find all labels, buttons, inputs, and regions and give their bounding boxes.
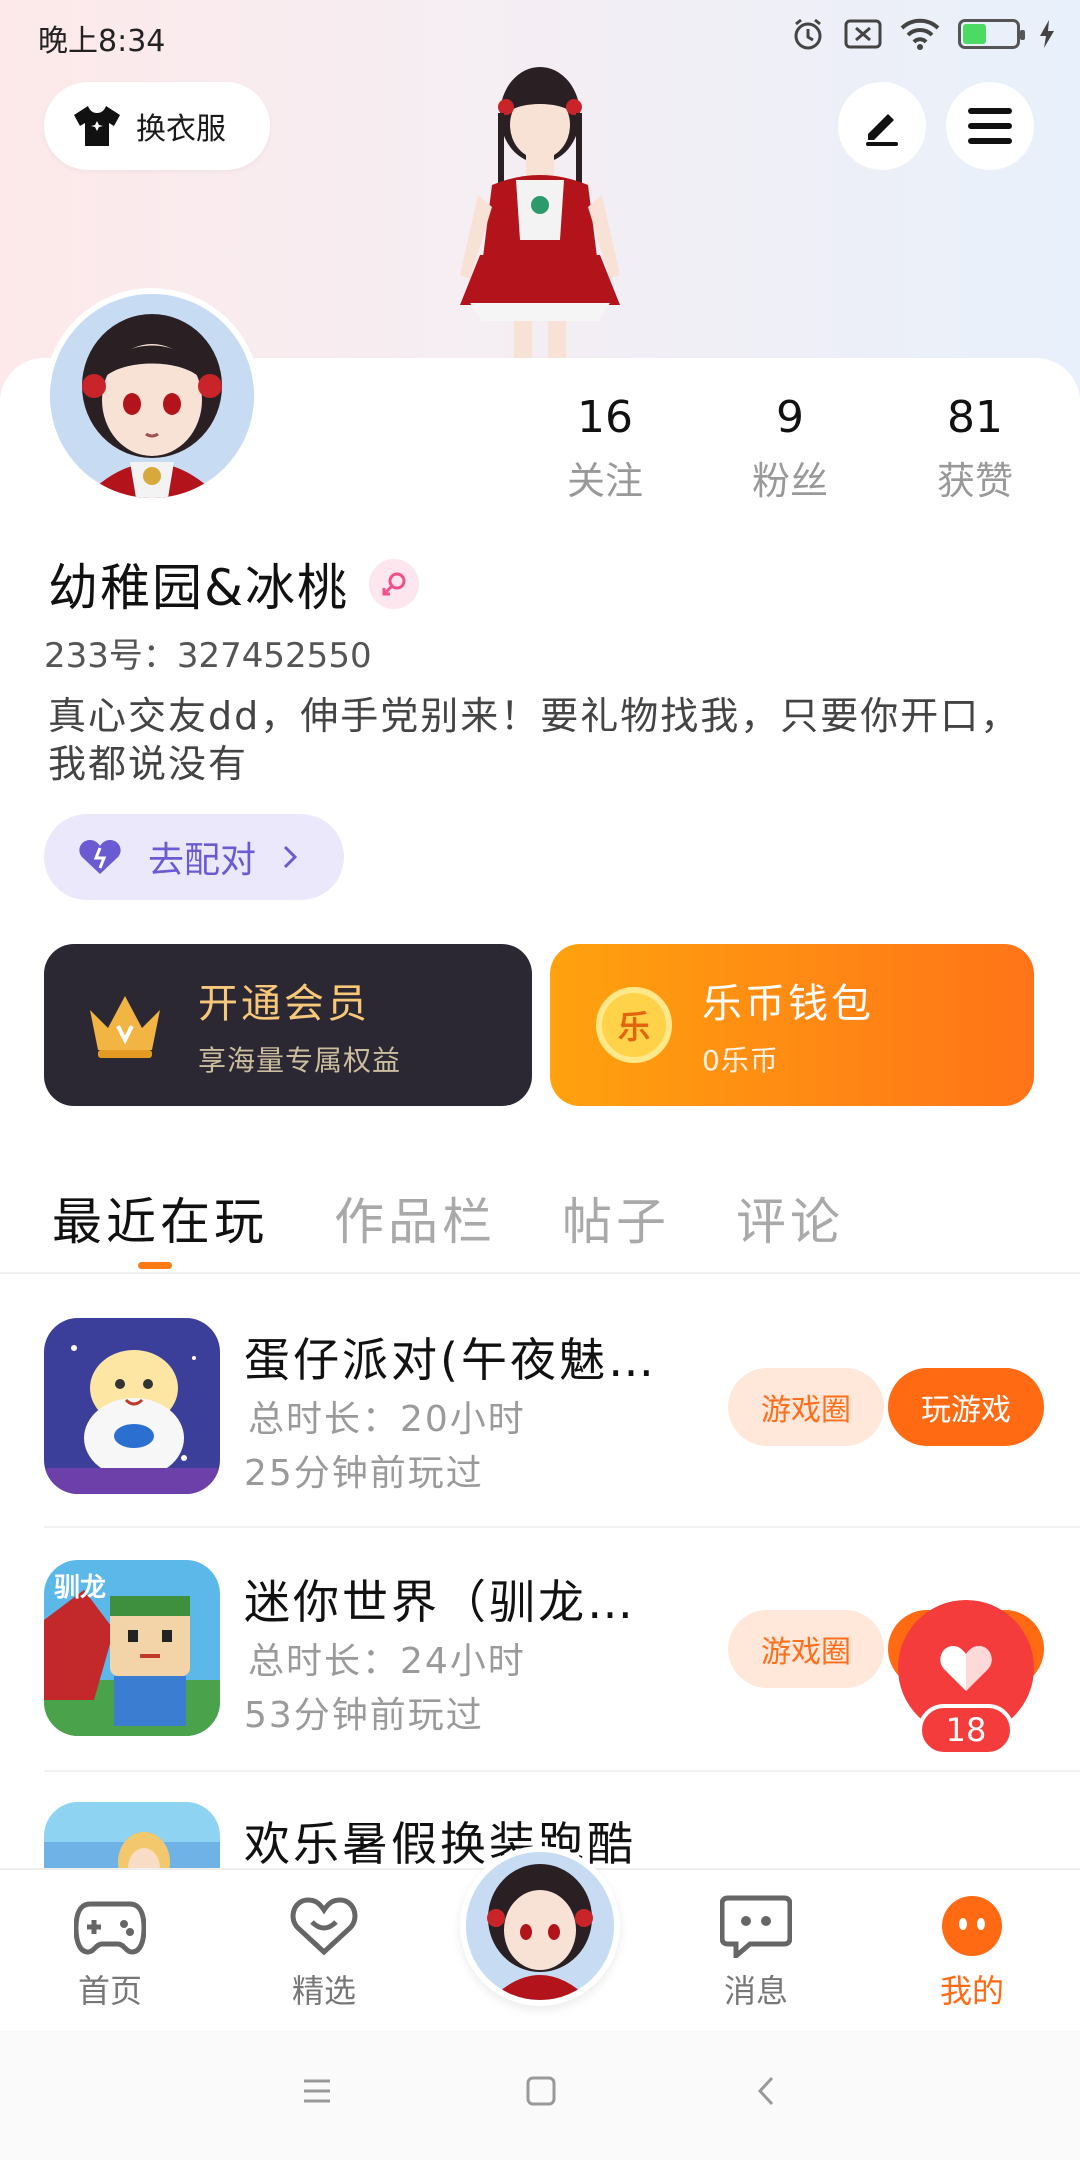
nav-center-avatar[interactable]	[460, 1846, 620, 2006]
game-circle-button[interactable]: 游戏圈	[728, 1610, 884, 1688]
coin-char: 乐	[617, 1008, 650, 1046]
change-outfit-button[interactable]: 换衣服	[44, 82, 270, 170]
status-time: 晚上8:34	[38, 24, 166, 59]
profile-avatar[interactable]	[44, 288, 260, 504]
vip-banner[interactable]: 开通会员 享海量专属权益	[44, 944, 532, 1106]
wallet-balance: 0乐币	[702, 1044, 779, 1077]
floating-like-button[interactable]: 18	[898, 1600, 1034, 1760]
profile-tabs: 最近在玩 作品栏 帖子 评论	[52, 1182, 844, 1269]
tab-comments-label: 评论	[736, 1193, 844, 1251]
sim-blocked-icon	[844, 19, 882, 49]
tab-recently-played-label: 最近在玩	[52, 1193, 268, 1251]
battery-icon	[958, 19, 1025, 49]
heart-icon	[940, 1646, 992, 1691]
gamepad-icon	[73, 1901, 147, 1955]
game-title: 迷你世界（驯龙…	[244, 1575, 636, 1629]
nav-me[interactable]: 我的	[902, 1894, 1042, 2012]
tab-posts[interactable]: 帖子	[562, 1182, 670, 1254]
tab-posts-label: 帖子	[562, 1193, 670, 1251]
match-label: 去配对	[148, 840, 257, 881]
vip-title: 开通会员	[198, 981, 370, 1027]
game-last-played: 25分钟前玩过	[244, 1453, 484, 1494]
likes-label: 获赞	[936, 459, 1013, 503]
pencil-icon	[866, 114, 898, 146]
home-square-icon[interactable]	[526, 2076, 556, 2110]
game-icon-mini-world[interactable]: 驯龙	[44, 1560, 220, 1736]
edit-profile-button[interactable]	[838, 82, 926, 170]
username: 幼稚园&冰桃	[48, 559, 349, 617]
wifi-icon	[900, 18, 940, 50]
system-nav-bar	[0, 2030, 1080, 2160]
chat-icon	[719, 1895, 793, 1962]
followers-stat[interactable]: 9 粉丝	[725, 390, 855, 505]
charging-icon	[1040, 20, 1054, 48]
recent-apps-icon[interactable]	[302, 2078, 332, 2108]
game-duration: 总时长：20小时	[248, 1399, 526, 1440]
wallet-title: 乐币钱包	[702, 981, 874, 1027]
nav-messages-label: 消息	[723, 1972, 788, 2010]
nav-home[interactable]: 首页	[40, 1894, 180, 2012]
game-title: 蛋仔派对(午夜魅…	[244, 1333, 657, 1387]
nav-me-label: 我的	[939, 1972, 1004, 2010]
following-stat[interactable]: 16 关注	[540, 390, 670, 505]
like-count: 18	[918, 1704, 1014, 1756]
avatar-3d-character[interactable]	[420, 55, 660, 375]
tabs-divider	[0, 1272, 1080, 1274]
nav-featured-label: 精选	[291, 1972, 356, 2010]
user-id: 233号：327452550	[44, 636, 372, 676]
chevron-right-icon	[283, 845, 298, 869]
vip-subtitle: 享海量专属权益	[198, 1044, 402, 1077]
likes-count: 81	[947, 392, 1003, 443]
profile-stats: 16 关注 9 粉丝 81 获赞	[540, 390, 1040, 505]
crown-icon	[90, 996, 160, 1058]
game-circle-button[interactable]: 游戏圈	[728, 1368, 884, 1446]
username-row: 幼稚园&冰桃	[48, 548, 419, 620]
match-button[interactable]: 去配对	[44, 814, 344, 900]
status-icons	[790, 14, 1056, 54]
nav-home-label: 首页	[77, 1972, 142, 2010]
heart-icon	[79, 840, 121, 874]
heart-outline-icon	[290, 1897, 358, 1956]
coin-icon: 乐	[596, 987, 672, 1063]
alarm-icon	[794, 18, 822, 50]
tab-recently-played[interactable]: 最近在玩	[52, 1182, 268, 1269]
game-row[interactable]: 蛋仔派对(午夜魅… 总时长：20小时 25分钟前玩过 游戏圈 玩游戏	[44, 1318, 1044, 1494]
hamburger-icon	[968, 108, 1012, 144]
profile-page: 晚上8:34 换衣服 16 关注 9 粉丝 81 获赞 幼稚园&冰桃 233号：…	[0, 0, 1080, 2160]
tab-works-label: 作品栏	[334, 1193, 496, 1251]
following-label: 关注	[566, 459, 643, 503]
tab-works[interactable]: 作品栏	[334, 1182, 496, 1254]
female-gender-icon	[369, 559, 419, 609]
back-icon[interactable]	[756, 2076, 776, 2110]
game-last-played: 53分钟前玩过	[244, 1695, 484, 1736]
tab-active-indicator	[138, 1262, 172, 1269]
user-bio: 真心交友dd，伸手党别来！要礼物找我，只要你开口，我都说没有	[48, 694, 1021, 786]
play-game-button[interactable]: 玩游戏	[888, 1368, 1044, 1446]
game-row[interactable]: 驯龙 迷你世界（驯龙… 总时长：24小时 53分钟前玩过 游戏圈 玩游戏	[44, 1560, 1044, 1736]
followers-count: 9	[776, 392, 804, 443]
row-divider	[44, 1526, 1080, 1528]
me-face-icon	[942, 1896, 1002, 1956]
change-outfit-label: 换衣服	[136, 112, 226, 147]
nav-messages[interactable]: 消息	[686, 1894, 826, 2012]
row-divider	[44, 1770, 1080, 1772]
game-icon-eggy-party[interactable]	[44, 1318, 220, 1494]
svg-text:驯龙: 驯龙	[54, 1573, 106, 1603]
game-duration: 总时长：24小时	[248, 1641, 526, 1682]
tab-comments[interactable]: 评论	[736, 1182, 844, 1254]
nav-featured[interactable]: 精选	[254, 1894, 394, 2012]
following-count: 16	[577, 392, 633, 443]
wallet-banner[interactable]: 乐 乐币钱包 0乐币	[550, 944, 1034, 1106]
followers-label: 粉丝	[751, 459, 828, 503]
game-title: 欢乐暑假换装跑酷	[244, 1817, 636, 1871]
menu-button[interactable]	[946, 82, 1034, 170]
tshirt-icon	[74, 106, 120, 146]
likes-stat[interactable]: 81 获赞	[910, 390, 1040, 505]
